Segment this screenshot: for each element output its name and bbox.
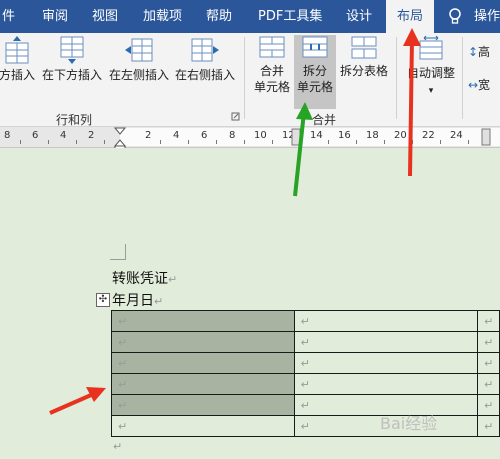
annotation-overlay [49, 28, 421, 415]
green-arrow-split-cells [293, 102, 313, 197]
red-arrow-selected-cells [49, 387, 106, 415]
red-arrow-layout-tab [403, 28, 421, 177]
